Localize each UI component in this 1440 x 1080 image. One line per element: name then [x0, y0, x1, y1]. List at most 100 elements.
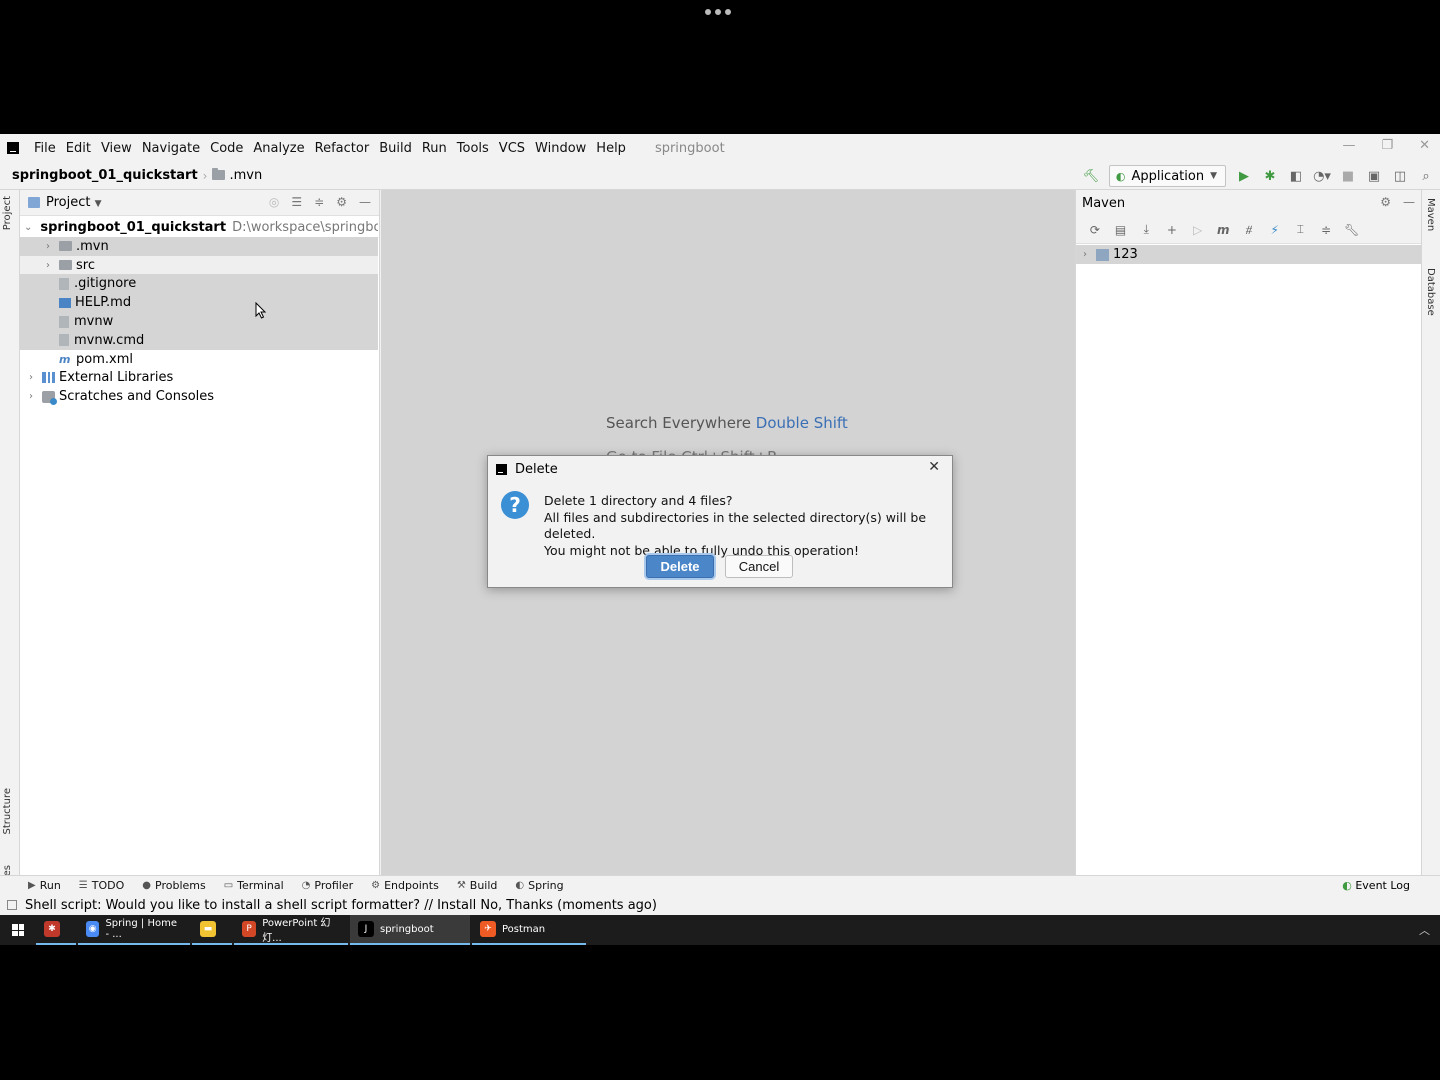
tool-endpoints[interactable]: ⚙ Endpoints	[371, 879, 439, 892]
close-icon[interactable]: ✕	[928, 459, 940, 475]
taskbar-item[interactable]: P PowerPoint 幻灯...	[234, 915, 348, 945]
folder-icon	[59, 260, 72, 271]
project-panel-header: Project ▼ ◎ ☰ ≑ ⚙ —	[20, 190, 379, 216]
tool-problems[interactable]: ● Problems	[142, 879, 205, 892]
minimize-icon[interactable]: —	[1342, 138, 1355, 153]
menu-help[interactable]: Help	[591, 141, 631, 156]
project-structure-icon[interactable]: ▣	[1366, 168, 1382, 184]
run-configuration-select[interactable]: ◐ Application ▼	[1108, 165, 1226, 187]
menu-navigate[interactable]: Navigate	[137, 141, 205, 156]
menu-vcs[interactable]: VCS	[494, 141, 530, 156]
reload-icon[interactable]: ⟳	[1082, 223, 1108, 237]
tool-profiler[interactable]: ◔ Profiler	[302, 879, 353, 892]
build-hammer-icon[interactable]: 🔨︎	[1083, 168, 1100, 184]
tab-database[interactable]: Database	[1425, 268, 1436, 316]
maven-project-item[interactable]: › 123	[1076, 245, 1421, 264]
start-button[interactable]	[0, 915, 36, 945]
menu-window[interactable]: Window	[530, 141, 591, 156]
menu-code[interactable]: Code	[205, 141, 248, 156]
chevron-right-icon[interactable]: ›	[1078, 249, 1092, 260]
collapse-all-icon[interactable]: ≑	[1313, 223, 1339, 237]
stop-icon[interactable]: ■	[1340, 168, 1356, 184]
menu-refactor[interactable]: Refactor	[310, 141, 375, 156]
tree-item[interactable]: ⌄ springboot_01_quickstart D:\workspace\sp…	[20, 218, 378, 237]
menu-edit[interactable]: Edit	[61, 141, 96, 156]
tree-item[interactable]: m pom.xml	[20, 350, 378, 369]
maven-goal-icon[interactable]: m	[1210, 223, 1236, 237]
gear-icon[interactable]: ⚙	[336, 195, 347, 209]
breadcrumb-folder[interactable]: .mvn	[212, 168, 262, 183]
chevron-down-icon[interactable]: ⌄	[24, 222, 32, 233]
add-icon[interactable]: +	[1159, 223, 1185, 237]
taskbar-item[interactable]: ◉ Spring | Home - ...	[78, 915, 190, 945]
menu-file[interactable]: File	[29, 141, 61, 156]
collapse-all-icon[interactable]: ≑	[314, 195, 324, 209]
gear-icon[interactable]: ⚙	[1380, 195, 1391, 209]
taskbar-item-label: PowerPoint 幻灯...	[262, 918, 331, 944]
chevron-right-icon[interactable]: ›	[41, 241, 55, 252]
breadcrumb-project[interactable]: springboot_01_quickstart	[12, 168, 198, 183]
wrench-icon[interactable]: 🔧︎	[1339, 223, 1365, 237]
taskbar-item[interactable]: Jspringboot	[350, 915, 470, 945]
project-view-icon	[28, 197, 40, 208]
delete-button[interactable]: Delete	[646, 555, 714, 578]
breadcrumb-folder-label: .mvn	[229, 168, 263, 183]
taskbar-item[interactable]: ✈ Postman	[472, 915, 586, 945]
tab-project[interactable]: Project	[2, 196, 13, 230]
toggle-window-icon[interactable]: ◫	[1392, 168, 1408, 184]
tree-item[interactable]: › Scratches and Consoles	[20, 387, 378, 406]
tab-maven[interactable]: Maven	[1425, 198, 1436, 231]
status-message[interactable]: Shell script: Would you like to install …	[25, 898, 657, 913]
show-dependencies-icon[interactable]: ⌶	[1288, 222, 1314, 237]
taskbar-item[interactable]: ✱	[36, 915, 76, 945]
run-icon[interactable]: ▶	[1236, 168, 1252, 184]
restore-icon[interactable]: ❐	[1381, 138, 1393, 153]
skip-tests-icon[interactable]: ⚡	[1262, 223, 1288, 237]
status-toggle-icon[interactable]	[7, 900, 17, 910]
chevron-right-icon[interactable]: ›	[41, 260, 55, 271]
tree-item[interactable]: .gitignore	[20, 274, 378, 294]
event-log-button[interactable]: ◐ Event Log	[1342, 879, 1410, 892]
close-icon[interactable]: ✕	[1419, 138, 1430, 153]
tree-item[interactable]: › External Libraries	[20, 368, 378, 387]
tree-item[interactable]: › src	[20, 255, 378, 275]
chevron-down-icon: ▼	[94, 199, 102, 209]
profile-icon[interactable]: ◔▾	[1313, 168, 1331, 184]
hide-icon[interactable]: —	[1403, 195, 1415, 209]
menu-view[interactable]: View	[96, 141, 137, 156]
hide-icon[interactable]: —	[359, 195, 371, 209]
chevron-right-icon[interactable]: ›	[24, 391, 38, 402]
menu-run[interactable]: Run	[417, 141, 452, 156]
toggle-offline-icon[interactable]: ⧣	[1236, 222, 1262, 237]
tree-item[interactable]: mvnw.cmd	[20, 330, 378, 350]
run-icon[interactable]: ▷	[1185, 223, 1211, 237]
tool-run[interactable]: ▶ Run	[28, 879, 61, 892]
tray-chevron-up-icon[interactable]: ︿	[1419, 922, 1430, 938]
tool-build[interactable]: ⚒ Build	[457, 879, 498, 892]
menu-tools[interactable]: Tools	[452, 141, 494, 156]
menu-analyze[interactable]: Analyze	[248, 141, 309, 156]
cancel-button[interactable]: Cancel	[725, 555, 793, 578]
tab-structure[interactable]: Structure	[2, 788, 13, 835]
locate-icon[interactable]: ◎	[269, 195, 279, 209]
tree-item[interactable]: mvnw	[20, 312, 378, 331]
download-icon[interactable]: ⤓	[1133, 222, 1159, 237]
taskbar-item[interactable]: ▬	[192, 915, 232, 945]
tree-item[interactable]: › .mvn	[20, 236, 378, 256]
menu-build[interactable]: Build	[374, 141, 417, 156]
generate-sources-icon[interactable]: ▤	[1108, 223, 1134, 237]
project-view-select[interactable]: Project ▼	[46, 195, 102, 210]
tool-label: TODO	[91, 879, 125, 892]
run-toolbar: 🔨︎ ◐ Application ▼ ▶ ✱ ◧ ◔▾ ■ ▣ ◫ ⌕	[1083, 165, 1434, 187]
tool-todo[interactable]: ☰ TODO	[79, 879, 124, 892]
search-icon[interactable]: ⌕	[1418, 168, 1434, 184]
tool-terminal[interactable]: ▭ Terminal	[224, 879, 284, 892]
debug-icon[interactable]: ✱	[1262, 168, 1278, 184]
window-options-dots[interactable]	[705, 9, 737, 17]
coverage-icon[interactable]: ◧	[1288, 168, 1304, 184]
scratch-icon	[42, 390, 57, 405]
tree-item[interactable]: HELP.md	[20, 293, 378, 313]
tool-spring[interactable]: ◐ Spring	[515, 879, 563, 892]
chevron-right-icon[interactable]: ›	[24, 372, 38, 383]
expand-all-icon[interactable]: ☰	[291, 195, 302, 209]
